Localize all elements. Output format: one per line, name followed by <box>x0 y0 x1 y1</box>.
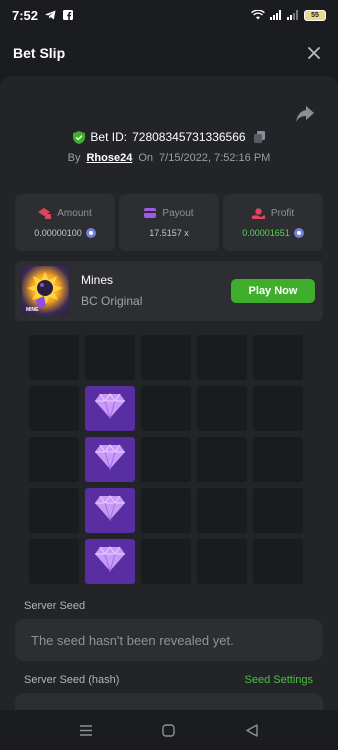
crypto-coin-icon <box>293 227 304 238</box>
payout-stat: Payout 17.5157 x <box>119 194 219 251</box>
server-seed-hash-label: Server Seed (hash) <box>24 674 120 686</box>
board-cell <box>253 539 303 584</box>
amount-icon <box>38 207 52 219</box>
signal-icon-2 <box>287 10 298 20</box>
board-cell-gem <box>85 539 135 584</box>
server-seed-field[interactable]: The seed hasn't been revealed yet. <box>15 619 323 661</box>
thumb-text: MINE <box>26 307 39 313</box>
board-cell <box>141 335 191 380</box>
board-cell <box>29 488 79 533</box>
bet-id-value: 72808345731336566 <box>132 130 246 144</box>
board-cell <box>197 437 247 482</box>
gem-icon <box>94 393 126 424</box>
stats-row: Amount 0.00000100 Payout 17.5157 x Profi… <box>15 194 323 251</box>
username-link[interactable]: Rhose24 <box>86 152 132 164</box>
menu-icon <box>80 724 93 736</box>
bet-id-label: Bet ID: <box>90 130 128 144</box>
board-cell <box>29 386 79 431</box>
back-button[interactable] <box>242 720 262 740</box>
board-cell <box>141 437 191 482</box>
board-cell <box>29 437 79 482</box>
profit-label: Profit <box>270 207 295 219</box>
amount-label: Amount <box>57 207 92 219</box>
crypto-coin-icon <box>85 227 96 238</box>
board-cell <box>29 335 79 380</box>
home-icon <box>162 723 176 737</box>
page-title: Bet Slip <box>13 45 66 61</box>
share-icon <box>296 106 314 122</box>
board-cell-gem <box>85 488 135 533</box>
home-button[interactable] <box>159 720 179 740</box>
profit-icon <box>251 207 265 219</box>
payout-value: 17.5157 x <box>149 227 189 238</box>
board-cell <box>141 539 191 584</box>
board-cell-gem <box>85 386 135 431</box>
gem-icon <box>94 546 126 577</box>
signal-icon <box>270 10 281 20</box>
game-card: MINE Mines BC Original Play Now <box>15 261 323 321</box>
board-cell-gem <box>85 437 135 482</box>
bet-slip-sheet: Bet ID: 72808345731336566 By Rhose24 On … <box>0 76 338 710</box>
board-cell <box>253 488 303 533</box>
server-seed-value: The seed hasn't been revealed yet. <box>31 632 234 648</box>
board-cell <box>253 437 303 482</box>
server-seed-hash-field[interactable] <box>15 693 323 710</box>
telegram-icon <box>45 10 56 20</box>
board-cell <box>253 335 303 380</box>
board-cell <box>253 386 303 431</box>
shield-check-icon <box>73 130 86 144</box>
by-label: By <box>67 152 81 164</box>
facebook-icon <box>63 10 74 20</box>
board-cell <box>85 335 135 380</box>
gem-icon <box>94 444 126 475</box>
board-cell <box>141 386 191 431</box>
status-bar: 7:52 55 <box>0 0 338 30</box>
game-subtitle: BC Original <box>81 294 143 308</box>
close-button[interactable] <box>303 42 325 64</box>
recent-apps-button[interactable] <box>76 720 96 740</box>
bet-id-row: Bet ID: 72808345731336566 <box>0 130 338 144</box>
payout-icon <box>144 208 157 218</box>
bet-author-row: By Rhose24 On 7/15/2022, 7:52:16 PM <box>0 152 338 164</box>
play-now-button[interactable]: Play Now <box>231 279 315 303</box>
mines-board <box>29 335 306 584</box>
back-icon <box>245 723 258 737</box>
amount-stat: Amount 0.00000100 <box>15 194 115 251</box>
on-label: On <box>138 152 154 164</box>
gem-icon <box>94 495 126 526</box>
wifi-icon <box>251 10 265 20</box>
game-name: Mines <box>81 273 114 287</box>
board-cell <box>197 335 247 380</box>
bet-date: 7/15/2022, 7:52:16 PM <box>159 152 271 164</box>
status-time: 7:52 <box>12 7 39 23</box>
board-cell <box>141 488 191 533</box>
seed-settings-link[interactable]: Seed Settings <box>245 674 314 686</box>
close-icon <box>308 47 320 59</box>
android-nav-bar <box>0 710 338 750</box>
game-thumbnail: MINE <box>22 266 69 316</box>
board-cell <box>197 488 247 533</box>
board-cell <box>197 539 247 584</box>
amount-value: 0.00000100 <box>34 227 82 238</box>
bet-slip-header: Bet Slip <box>0 30 338 76</box>
battery-icon: 55 <box>304 9 326 21</box>
board-cell <box>29 539 79 584</box>
profit-value: 0.00001651 <box>242 227 290 238</box>
board-cell <box>197 386 247 431</box>
profit-stat: Profit 0.00001651 <box>223 194 323 251</box>
share-button[interactable] <box>296 106 318 128</box>
server-seed-label: Server Seed <box>24 600 86 612</box>
payout-label: Payout <box>162 207 194 219</box>
copy-icon[interactable] <box>253 131 265 143</box>
